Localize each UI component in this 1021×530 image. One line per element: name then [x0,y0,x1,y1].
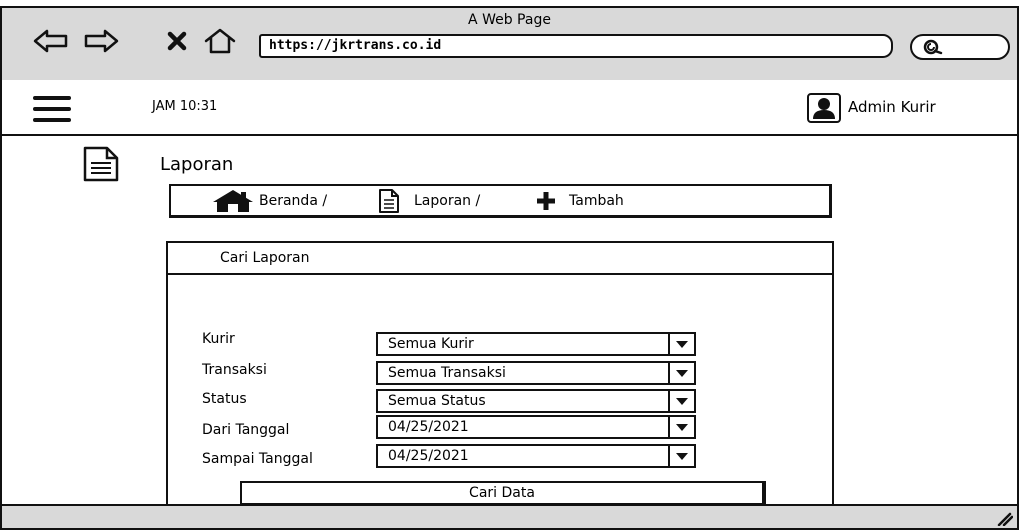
chevron-down-icon[interactable] [668,391,694,411]
sampai-tanggal-label: Sampai Tanggal [202,451,313,467]
dari-tanggal-label: Dari Tanggal [202,422,290,438]
forward-arrow-icon[interactable] [82,26,120,56]
resize-grip-icon[interactable] [993,510,1013,526]
close-icon[interactable] [164,26,190,56]
status-select-value: Semua Status [388,393,486,409]
dari-tanggal-value: 04/25/2021 [388,419,469,435]
plus-icon [537,192,555,210]
home-icon[interactable] [200,26,240,56]
transaksi-label: Transaksi [202,362,267,378]
browser-window: A Web Page https://jkrtrans.co.id JAM 10… [0,6,1019,530]
kurir-label: Kurir [202,331,235,347]
document-icon [79,146,123,186]
transaksi-select-value: Semua Transaksi [388,365,506,381]
chevron-down-icon[interactable] [668,417,694,437]
breadcrumb-label: Tambah [569,193,624,209]
chevron-down-icon[interactable] [668,334,694,354]
browser-status-bar [2,504,1017,528]
dari-tanggal-input[interactable]: 04/25/2021 [376,415,696,439]
document-icon [379,189,399,213]
panel-title: Cari Laporan [220,250,310,266]
window-title: A Web Page [468,12,551,28]
breadcrumb-item-beranda[interactable]: Beranda / [211,186,327,216]
breadcrumb-item-tambah[interactable]: Tambah [535,186,624,216]
breadcrumb-label: Beranda / [259,193,328,209]
panel-header: Cari Laporan [168,243,832,275]
sampai-tanggal-value: 04/25/2021 [388,448,469,464]
search-report-panel: Cari Laporan Kurir Transaksi Status Dari… [166,241,834,521]
page-title: Laporan [160,154,234,175]
breadcrumb: Beranda / Laporan / Tambah [169,184,832,218]
kurir-select-value: Semua Kurir [388,336,474,352]
sampai-tanggal-input[interactable]: 04/25/2021 [376,444,696,468]
chevron-down-icon[interactable] [668,363,694,383]
transaksi-select[interactable]: Semua Transaksi [376,361,696,385]
search-icon [923,39,943,55]
user-avatar-icon[interactable] [807,93,841,123]
browser-toolbar: A Web Page https://jkrtrans.co.id [2,8,1017,82]
back-arrow-icon[interactable] [32,26,70,56]
url-bar[interactable]: https://jkrtrans.co.id [259,34,893,58]
browser-search-box[interactable] [910,34,1010,60]
user-name[interactable]: Admin Kurir [848,98,936,116]
breadcrumb-label: Laporan / [414,193,481,209]
clock-label: JAM 10:31 [152,99,218,114]
breadcrumb-item-laporan[interactable]: Laporan / [376,186,480,216]
kurir-select[interactable]: Semua Kurir [376,332,696,356]
home-icon [213,190,253,212]
chevron-down-icon[interactable] [668,446,694,466]
status-select[interactable]: Semua Status [376,389,696,413]
menu-icon[interactable] [33,96,71,122]
app-header: JAM 10:31 Admin Kurir [2,80,1017,136]
status-label: Status [202,391,247,407]
